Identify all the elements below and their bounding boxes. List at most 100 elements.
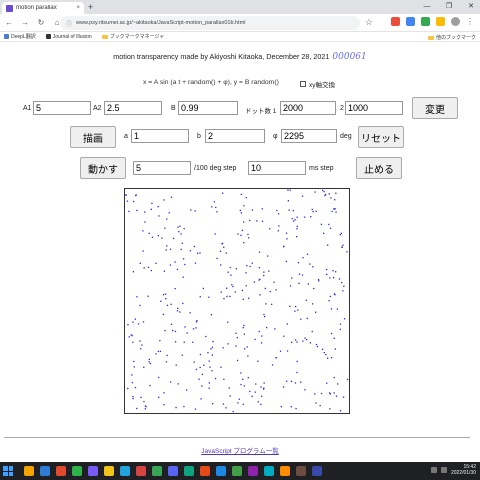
dot bbox=[174, 261, 176, 263]
dot bbox=[249, 219, 251, 222]
dot bbox=[341, 281, 343, 284]
windows-start-icon[interactable] bbox=[3, 466, 13, 476]
dot bbox=[243, 205, 245, 207]
dot bbox=[134, 318, 136, 320]
dot bbox=[170, 323, 173, 325]
dot bbox=[339, 323, 342, 325]
taskbar-app-icon[interactable] bbox=[136, 466, 146, 476]
dot bbox=[245, 285, 247, 287]
bookmark-item[interactable]: Journal of Illusion bbox=[45, 34, 92, 40]
interval-input[interactable]: 10 bbox=[248, 161, 306, 175]
maximize-icon[interactable]: ❐ bbox=[444, 1, 454, 13]
forward-arrow-icon[interactable]: → bbox=[20, 18, 30, 27]
taskbar-app-icon[interactable] bbox=[88, 466, 98, 476]
dot bbox=[232, 410, 234, 413]
dot bbox=[166, 354, 168, 357]
extension-icon[interactable] bbox=[391, 17, 400, 26]
dot bbox=[335, 271, 337, 273]
clock[interactable]: 15:42 2022/01/30 bbox=[451, 464, 476, 476]
xy-swap-option[interactable]: xy軸交換 bbox=[300, 79, 335, 89]
network-icon[interactable] bbox=[430, 467, 437, 473]
dot bbox=[157, 350, 159, 353]
dot bbox=[291, 277, 293, 279]
dot bbox=[296, 225, 298, 227]
dot bbox=[159, 350, 162, 352]
dot bbox=[305, 299, 307, 301]
bookmark-item[interactable]: DeepL翻訳 bbox=[4, 33, 36, 40]
dot bbox=[320, 392, 323, 395]
taskbar-app-icon[interactable] bbox=[184, 466, 194, 476]
xy-swap-checkbox[interactable] bbox=[300, 81, 306, 87]
dot bbox=[330, 357, 333, 359]
a2-input[interactable]: 2.5 bbox=[104, 101, 162, 115]
taskbar-app-icon[interactable] bbox=[280, 466, 290, 476]
phi-input[interactable]: 2295 bbox=[281, 129, 337, 143]
dot bbox=[296, 360, 298, 363]
taskbar-app-icon[interactable] bbox=[312, 466, 322, 476]
taskbar-app-icon[interactable] bbox=[56, 466, 66, 476]
b-freq-input[interactable]: 2 bbox=[205, 129, 265, 143]
dot bbox=[140, 396, 142, 398]
taskbar-app-icon[interactable] bbox=[264, 466, 274, 476]
dot bbox=[240, 212, 242, 214]
start-button[interactable]: 動かす bbox=[80, 157, 126, 179]
taskbar-app-icon[interactable] bbox=[216, 466, 226, 476]
dot bbox=[228, 387, 230, 389]
dot bbox=[243, 221, 245, 223]
taskbar-app-icon[interactable] bbox=[248, 466, 258, 476]
taskbar-app-icon[interactable] bbox=[232, 466, 242, 476]
bookmark-item[interactable]: ブックマークマネージャ bbox=[101, 33, 164, 40]
dot bbox=[253, 281, 256, 283]
profile-avatar-icon[interactable] bbox=[451, 17, 460, 26]
dot bbox=[290, 406, 292, 408]
minimize-icon[interactable]: — bbox=[422, 1, 432, 13]
extension-icon[interactable] bbox=[421, 17, 430, 26]
dot bbox=[292, 210, 294, 212]
program-list-link[interactable]: JavaScript プログラム一覧 bbox=[0, 445, 480, 455]
taskbar-app-icon[interactable] bbox=[120, 466, 130, 476]
back-arrow-icon[interactable]: ← bbox=[4, 18, 14, 27]
dot bbox=[143, 400, 145, 403]
dot bbox=[243, 385, 246, 387]
draw-button[interactable]: 描画 bbox=[70, 126, 116, 148]
taskbar-app-icon[interactable] bbox=[152, 466, 162, 476]
tab-close-icon[interactable]: × bbox=[76, 5, 80, 11]
site-info-icon[interactable]: ⓘ bbox=[66, 19, 72, 28]
browser-toolbar: ← → ↻ ⌂ ⓘ www.psy.ritsumei.ac.jp/~akitao… bbox=[0, 14, 480, 32]
step-input[interactable]: 5 bbox=[133, 161, 191, 175]
dots2-input[interactable]: 1000 bbox=[345, 101, 403, 115]
a1-input[interactable]: 5 bbox=[33, 101, 91, 115]
taskbar-app-icon[interactable] bbox=[200, 466, 210, 476]
reset-button[interactable]: リセット bbox=[358, 126, 404, 148]
stop-button[interactable]: 止める bbox=[356, 157, 402, 179]
taskbar-app-icon[interactable] bbox=[72, 466, 82, 476]
dot bbox=[277, 213, 280, 215]
dot bbox=[289, 305, 291, 307]
reload-icon[interactable]: ↻ bbox=[36, 18, 46, 27]
menu-kebab-icon[interactable]: ⋮ bbox=[466, 17, 474, 26]
a-freq-input[interactable]: 1 bbox=[131, 129, 189, 143]
extension-icon[interactable] bbox=[406, 17, 415, 26]
browser-tab[interactable]: motion parallax × bbox=[2, 2, 84, 14]
url-text[interactable]: www.psy.ritsumei.ac.jp/~akitaoka/JavaScr… bbox=[76, 20, 245, 26]
dots1-label: ドット数 1 bbox=[245, 108, 277, 115]
dot bbox=[186, 389, 188, 391]
b-amplitude-input[interactable]: 0.99 bbox=[178, 101, 238, 115]
bookmark-star-icon[interactable]: ☆ bbox=[365, 17, 373, 28]
address-bar[interactable]: ⓘ www.psy.ritsumei.ac.jp/~akitaoka/JavaS… bbox=[60, 16, 360, 30]
other-bookmarks[interactable]: 他のブックマーク bbox=[427, 34, 476, 41]
dot bbox=[291, 341, 293, 343]
apply-change-button[interactable]: 変更 bbox=[412, 97, 458, 119]
taskbar-app-icon[interactable] bbox=[24, 466, 34, 476]
dot bbox=[334, 208, 336, 210]
taskbar-app-icon[interactable] bbox=[296, 466, 306, 476]
volume-icon[interactable] bbox=[440, 467, 447, 473]
dot bbox=[223, 246, 225, 248]
new-tab-button[interactable]: + bbox=[88, 2, 93, 13]
extension-icon[interactable] bbox=[436, 17, 445, 26]
close-window-icon[interactable]: ✕ bbox=[466, 1, 476, 13]
taskbar-app-icon[interactable] bbox=[40, 466, 50, 476]
taskbar-app-icon[interactable] bbox=[168, 466, 178, 476]
dots1-input[interactable]: 2000 bbox=[280, 101, 336, 115]
taskbar-app-icon[interactable] bbox=[104, 466, 114, 476]
